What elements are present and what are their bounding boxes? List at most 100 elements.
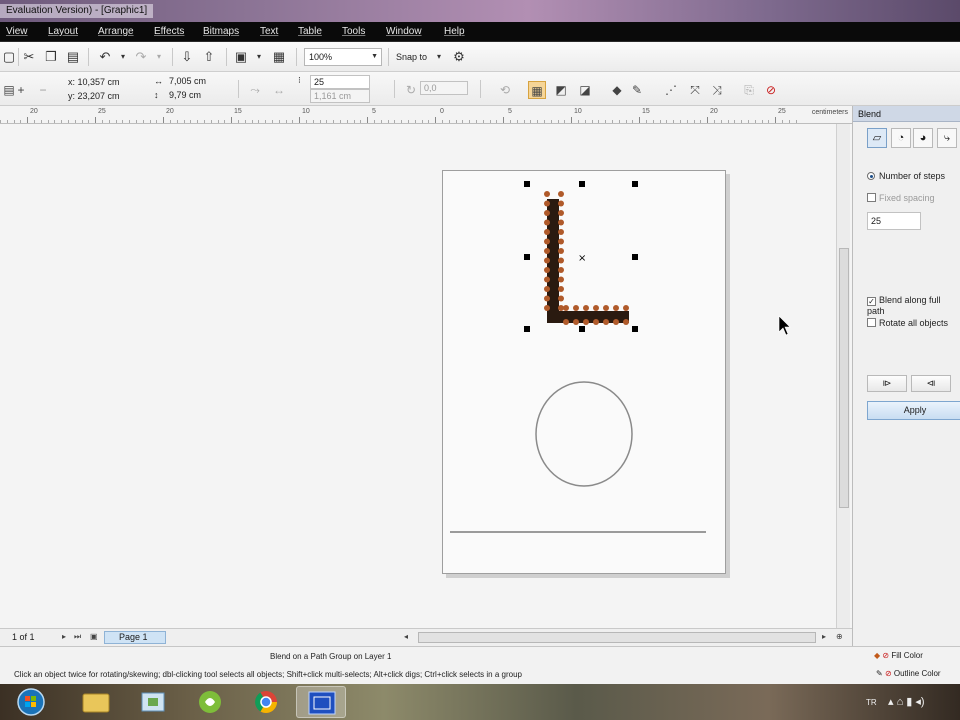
rotate-all-objects-checkbox[interactable]: Rotate all objects	[867, 318, 948, 328]
handle-left[interactable]	[524, 254, 530, 260]
handle-top[interactable]	[579, 181, 585, 187]
remove-preset-icon[interactable]: −	[34, 81, 52, 99]
scroll-right-icon[interactable]: ▸	[822, 632, 826, 641]
blend-color-tab-icon[interactable]: ◕	[913, 128, 933, 148]
steps-input[interactable]: 25	[867, 212, 921, 230]
last-page-icon[interactable]: ⏭	[74, 632, 81, 642]
fill-color-indicator[interactable]: ◆ ⊘ Fill Color	[874, 651, 923, 660]
vertical-scrollbar[interactable]	[836, 124, 850, 628]
start-end-properties-icon[interactable]: ⤧	[686, 81, 704, 99]
rotation-field[interactable]: 0,0	[420, 81, 468, 95]
color-acceleration-icon[interactable]: ✎	[628, 81, 646, 99]
height-field[interactable]: 9,79 cm	[166, 89, 232, 103]
blend-along-full-path-checkbox[interactable]: ✓ Blend along full path	[867, 295, 960, 316]
paste-icon[interactable]: ▤	[64, 48, 82, 66]
fixed-spacing-checkbox[interactable]: Fixed spacing	[867, 193, 935, 203]
copy-icon[interactable]: ❐	[42, 48, 60, 66]
welcome-screen-icon[interactable]: ▦	[270, 48, 288, 66]
blend-accel-tab-icon[interactable]: ◔	[891, 128, 911, 148]
spacing-field[interactable]: 1,161 cm	[310, 89, 370, 103]
cut-icon[interactable]: ✂	[20, 48, 38, 66]
object-acceleration-icon[interactable]: ◆	[608, 81, 626, 99]
redo-dropdown-icon[interactable]: ▾	[150, 48, 168, 66]
outline-color-indicator[interactable]: ✎ ⊘ Outline Color	[876, 669, 941, 678]
apply-to-end-button[interactable]: ⧏	[911, 375, 951, 392]
redo-icon[interactable]: ↷	[132, 48, 150, 66]
counterclockwise-blend-icon[interactable]: ◪	[576, 81, 594, 99]
chrome-taskbar-icon[interactable]	[240, 686, 292, 718]
blend-step	[558, 219, 564, 226]
blend-group[interactable]	[544, 191, 629, 325]
add-page-icon[interactable]: ▣	[90, 632, 98, 641]
menu-bitmaps[interactable]: Bitmaps	[203, 26, 239, 37]
loop-blend-icon[interactable]: ⟲	[496, 81, 514, 99]
corel-taskbar-icon[interactable]	[184, 686, 236, 718]
circle-object[interactable]	[535, 381, 633, 487]
menu-effects[interactable]: Effects	[154, 26, 184, 37]
menu-tools[interactable]: Tools	[342, 26, 365, 37]
import-icon[interactable]: ⇩	[178, 48, 196, 66]
handle-top-left[interactable]	[524, 181, 530, 187]
menu-table[interactable]: Table	[298, 26, 322, 37]
menu-text[interactable]: Text	[260, 26, 278, 37]
export-icon[interactable]: ⇧	[200, 48, 218, 66]
steps-field[interactable]: 25	[310, 75, 370, 89]
apply-to-start-button[interactable]: ⧐	[867, 375, 907, 392]
drawing-canvas[interactable]: ×	[0, 124, 836, 628]
ruler-mark	[680, 120, 681, 123]
options-icon[interactable]: ⚙	[450, 48, 468, 66]
radio-label: Number of steps	[879, 171, 946, 181]
x-position[interactable]: x: 10,357 cm	[68, 77, 120, 87]
blend-path-icon[interactable]: ⤳	[246, 81, 264, 99]
active-app-taskbar-icon[interactable]	[296, 686, 346, 718]
apply-button[interactable]: Apply	[867, 401, 960, 420]
more-blend-options-icon[interactable]: ⋰	[662, 81, 680, 99]
clear-blend-icon[interactable]: ⊘	[762, 81, 780, 99]
launcher-dropdown-icon[interactable]: ▾	[250, 48, 268, 66]
blend-misc-tab-icon[interactable]: ⤷	[937, 128, 957, 148]
zoom-combo[interactable]: 100% ▼	[304, 48, 382, 66]
handle-bottom-left[interactable]	[524, 326, 530, 332]
separator	[238, 80, 239, 98]
undo-icon[interactable]: ↶	[96, 48, 114, 66]
menu-layout[interactable]: Layout	[48, 26, 78, 37]
rotation-icon: ↻	[405, 83, 417, 97]
snap-to-button[interactable]: Snap to	[396, 52, 427, 62]
ruler-mark	[591, 120, 593, 123]
menu-view[interactable]: View	[6, 26, 28, 37]
language-indicator[interactable]: TR	[866, 698, 877, 707]
snap-dropdown-icon[interactable]: ▾	[430, 48, 448, 66]
copy-blend-icon[interactable]: ⎘	[740, 81, 758, 99]
ruler-mark	[605, 120, 607, 123]
open-icon[interactable]: ▢	[0, 48, 18, 66]
undo-dropdown-icon[interactable]: ▾	[114, 48, 132, 66]
app-taskbar-icon[interactable]	[128, 686, 180, 718]
ruler-mark	[557, 120, 559, 123]
application-launcher-icon[interactable]: ▣	[232, 48, 250, 66]
horizontal-scrollbar[interactable]	[418, 632, 816, 643]
add-preset-icon[interactable]: +	[12, 81, 30, 99]
handle-bottom[interactable]	[579, 326, 585, 332]
zoom-navigator-icon[interactable]: ⊕	[836, 632, 843, 641]
tray-icons[interactable]: ▴ ⌂ ▮ ◂)	[888, 695, 925, 708]
start-button[interactable]	[14, 686, 48, 718]
blend-steps-tab-icon[interactable]: ▱	[867, 128, 887, 148]
blend-direction-icon[interactable]: ↔	[270, 81, 288, 99]
scroll-left-icon[interactable]: ◂	[404, 632, 408, 641]
menu-arrange[interactable]: Arrange	[98, 26, 134, 37]
number-of-steps-radio[interactable]: Number of steps	[867, 171, 945, 181]
scrollbar-thumb[interactable]	[839, 248, 849, 508]
menu-window[interactable]: Window	[386, 26, 422, 37]
handle-top-right[interactable]	[632, 181, 638, 187]
path-properties-icon[interactable]: ⤨	[708, 81, 726, 99]
explorer-taskbar-icon[interactable]	[70, 686, 122, 718]
y-position[interactable]: y: 23,207 cm	[68, 91, 120, 101]
menu-help[interactable]: Help	[444, 26, 465, 37]
handle-bottom-right[interactable]	[632, 326, 638, 332]
clockwise-blend-icon[interactable]: ◩	[552, 81, 570, 99]
width-field[interactable]: 7,005 cm	[166, 75, 232, 89]
next-page-icon[interactable]: ▸	[62, 632, 66, 641]
page-tab[interactable]: Page 1	[104, 631, 166, 644]
direct-blend-icon[interactable]: ▦	[528, 81, 546, 99]
handle-right[interactable]	[632, 254, 638, 260]
